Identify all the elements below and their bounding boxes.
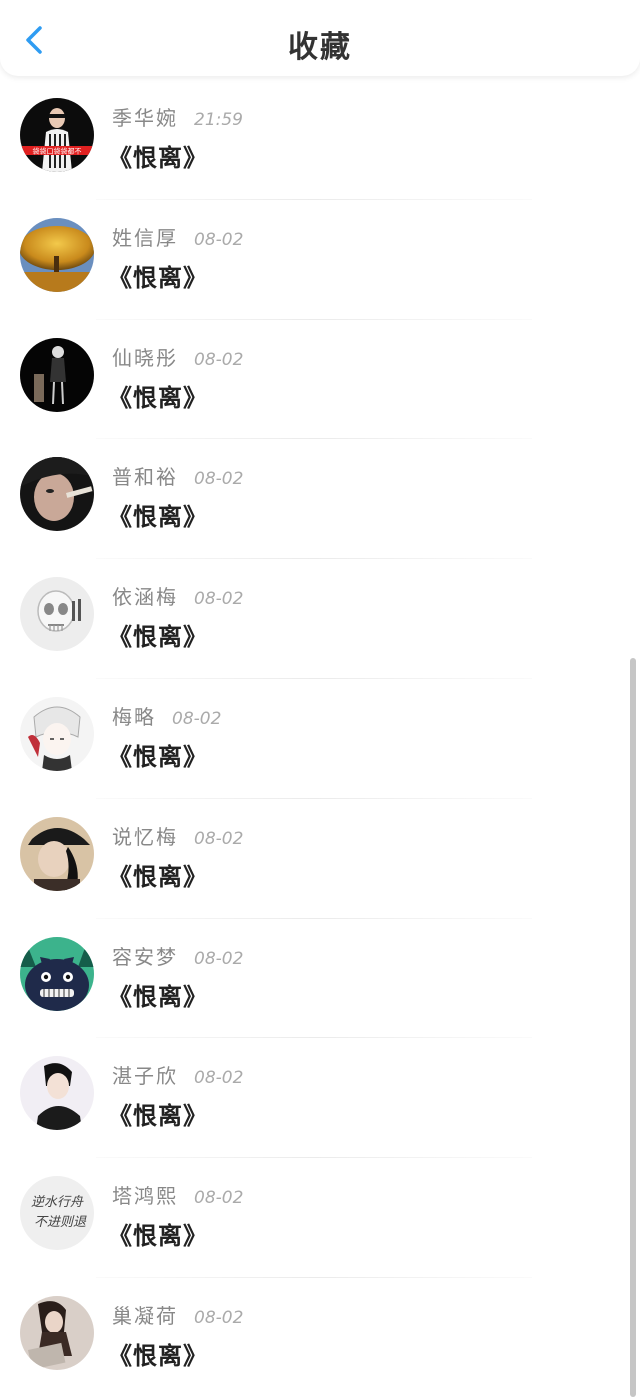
- user-name: 普和裕: [112, 465, 178, 490]
- svg-text:袋袋口袋袋都不: 袋袋口袋袋都不: [33, 147, 82, 156]
- timestamp: 08-02: [194, 1188, 244, 1209]
- timestamp: 08-02: [194, 1307, 244, 1328]
- user-name: 仙晓彤: [112, 345, 178, 370]
- work-title[interactable]: 《恨离》: [108, 1096, 208, 1131]
- work-title[interactable]: 《恨离》: [108, 258, 208, 293]
- work-title[interactable]: 《恨离》: [108, 378, 208, 413]
- list-item[interactable]: 袋袋口袋袋都不 季华婉 21:59 《恨离》: [0, 80, 640, 200]
- item-meta: 容安梦 08-02: [112, 941, 243, 970]
- user-name: 塔鸿熙: [112, 1184, 178, 1209]
- timestamp: 08-02: [194, 349, 244, 370]
- avatar: 袋袋口袋袋都不: [20, 98, 94, 172]
- avatar: [20, 577, 94, 652]
- timestamp: 08-02: [172, 708, 222, 729]
- avatar: [20, 816, 94, 891]
- item-meta: 巢凝荷 08-02: [112, 1300, 243, 1329]
- avatar: [20, 1056, 94, 1131]
- user-name: 姓信厚: [112, 225, 178, 250]
- page-title: 收藏: [288, 30, 352, 65]
- list-item[interactable]: 仙晓彤 08-02 《恨离》: [0, 320, 640, 440]
- list-item[interactable]: 普和裕 08-02 《恨离》: [0, 439, 640, 560]
- work-title[interactable]: 《恨离》: [108, 138, 208, 173]
- timestamp: 08-02: [194, 229, 244, 250]
- item-meta: 姓信厚 08-02: [112, 222, 243, 251]
- item-meta: 塔鸿熙 08-02: [112, 1180, 243, 1209]
- timestamp: 08-02: [194, 469, 244, 490]
- user-name: 巢凝荷: [112, 1303, 178, 1328]
- list-item[interactable]: 梅略 08-02 《恨离》: [0, 679, 640, 799]
- list-item[interactable]: 容安梦 08-02 《恨离》: [0, 919, 640, 1039]
- list-item[interactable]: 说忆梅 08-02 《恨离》: [0, 799, 640, 919]
- work-title[interactable]: 《恨离》: [108, 977, 208, 1012]
- work-title[interactable]: 《恨离》: [108, 857, 208, 892]
- list-item[interactable]: 姓信厚 08-02 《恨离》: [0, 200, 640, 320]
- favorites-list: 袋袋口袋袋都不 季华婉 21:59 《恨离》 姓信厚 08-02 《恨离》 仙晓…: [0, 80, 640, 1398]
- item-meta: 依涵梅 08-02: [112, 581, 243, 610]
- user-name: 季华婉: [112, 106, 178, 130]
- user-name: 容安梦: [112, 944, 178, 969]
- list-item[interactable]: 逆水行舟 不进则退 塔鸿熙 08-02 《恨离》: [0, 1158, 640, 1278]
- avatar: [20, 696, 94, 771]
- list-item[interactable]: 巢凝荷 08-02 《恨离》: [0, 1278, 640, 1398]
- item-meta: 梅略 08-02: [112, 701, 221, 730]
- timestamp: 21:59: [194, 110, 243, 130]
- work-title[interactable]: 《恨离》: [108, 1216, 208, 1251]
- work-title[interactable]: 《恨离》: [108, 617, 208, 652]
- timestamp: 08-02: [194, 828, 244, 849]
- user-name: 湛子欣: [112, 1064, 178, 1089]
- work-title[interactable]: 《恨离》: [108, 1336, 208, 1371]
- svg-text:不进则退: 不进则退: [34, 1215, 87, 1230]
- item-meta: 普和裕 08-02: [112, 461, 243, 490]
- timestamp: 08-02: [194, 589, 244, 610]
- user-name: 依涵梅: [112, 585, 178, 610]
- avatar: [20, 217, 94, 292]
- item-meta: 湛子欣 08-02: [112, 1060, 243, 1089]
- avatar: [20, 936, 94, 1011]
- work-title[interactable]: 《恨离》: [108, 497, 208, 532]
- svg-text:逆水行舟: 逆水行舟: [31, 1195, 84, 1210]
- list-item[interactable]: 依涵梅 08-02 《恨离》: [0, 559, 640, 679]
- item-meta: 说忆梅 08-02: [112, 821, 243, 850]
- user-name: 梅略: [112, 704, 156, 729]
- user-name: 说忆梅: [112, 824, 178, 849]
- scrollbar[interactable]: [630, 658, 636, 1397]
- timestamp: 08-02: [194, 1068, 244, 1089]
- timestamp: 08-02: [194, 948, 244, 969]
- work-title[interactable]: 《恨离》: [108, 737, 208, 772]
- avatar: [20, 1295, 94, 1370]
- avatar: [20, 457, 94, 532]
- avatar: [20, 337, 94, 412]
- top-bar: 收藏: [0, 0, 640, 76]
- item-meta: 季华婉 21:59: [112, 102, 243, 131]
- avatar: 逆水行舟 不进则退: [20, 1176, 94, 1251]
- item-meta: 仙晓彤 08-02: [112, 342, 243, 371]
- list-item[interactable]: 湛子欣 08-02 《恨离》: [0, 1038, 640, 1159]
